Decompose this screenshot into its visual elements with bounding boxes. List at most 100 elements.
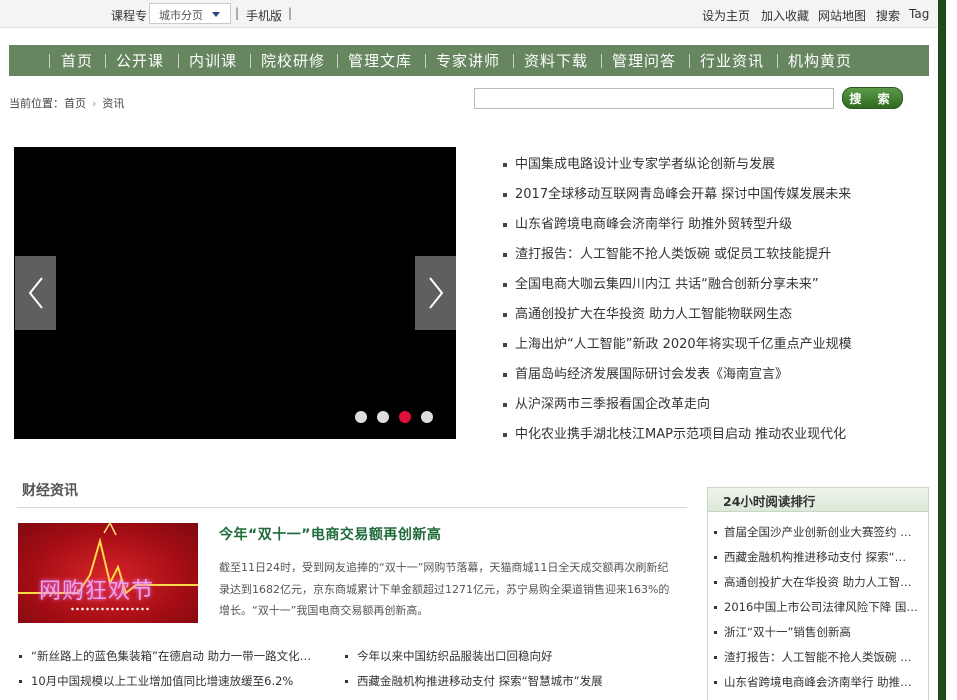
nav-item-college[interactable]: 院校研修 xyxy=(261,50,325,71)
breadcrumb-home[interactable]: 首页 xyxy=(64,97,86,110)
nav-item-news[interactable]: 行业资讯 xyxy=(700,50,764,71)
nav-divider xyxy=(49,54,50,68)
mobile-link[interactable]: 手机版 xyxy=(246,7,282,24)
bullet-icon xyxy=(19,680,22,683)
breadcrumb: 当前位置：首页 › 资讯 xyxy=(9,95,124,111)
set-homepage-link[interactable]: 设为主页 xyxy=(702,7,750,24)
slider-prev-button[interactable] xyxy=(15,256,56,330)
nav-divider xyxy=(689,54,690,68)
bullet-icon xyxy=(714,631,717,634)
separator: | xyxy=(235,6,240,20)
feature-summary: 截至11日24时，受到网友追捧的“双十一”网购节落幕，天猫商城11日全天成交额再… xyxy=(219,561,670,617)
nav-item-library[interactable]: 管理文库 xyxy=(348,50,412,71)
bullet-icon xyxy=(714,681,717,684)
bullet-icon xyxy=(503,192,507,197)
chevron-down-icon xyxy=(212,12,220,17)
bullet-icon xyxy=(503,402,507,407)
search-link[interactable]: 搜索 xyxy=(876,7,900,24)
slider-next-button[interactable] xyxy=(415,256,456,330)
bullet-icon xyxy=(714,581,717,584)
bullet-icon xyxy=(503,162,507,167)
ranking-item[interactable]: 浙江“双十一”销售创新高 xyxy=(714,624,924,640)
bullet-icon xyxy=(345,655,348,658)
ranking-item[interactable]: 西藏金融机构推进移动支付 探索“… xyxy=(714,549,924,565)
feature-image[interactable]: 网购狂欢节 xyxy=(18,523,198,623)
chevron-right-icon xyxy=(429,277,444,309)
section-divider xyxy=(17,507,687,508)
bullet-icon xyxy=(503,372,507,377)
headline-item[interactable]: 山东省跨境电商峰会济南举行 助推外贸转型升级 xyxy=(503,213,792,232)
page-right-border xyxy=(938,0,946,700)
slider-dot[interactable] xyxy=(421,411,433,423)
feature-image-caption: 网购狂欢节 xyxy=(39,579,155,604)
bullet-icon xyxy=(503,312,507,317)
section-title-finance: 财经资讯 xyxy=(22,483,78,499)
ranking-title: 24小时阅读排行 xyxy=(708,488,928,512)
main-nav: 首页 公开课 内训课 院校研修 管理文库 专家讲师 资料下载 管理问答 行业资讯… xyxy=(9,45,929,76)
nav-item-home[interactable]: 首页 xyxy=(61,50,93,71)
breadcrumb-current: 资讯 xyxy=(102,97,125,110)
nav-item-qa[interactable]: 管理问答 xyxy=(612,50,676,71)
ranking-item[interactable]: 首届全国沙产业创新创业大赛签约 … xyxy=(714,524,924,540)
bullet-icon xyxy=(714,531,717,534)
breadcrumb-label: 当前位置： xyxy=(9,97,64,110)
ranking-item[interactable]: 渣打报告：人工智能不抢人类饭碗 … xyxy=(714,649,924,665)
dot-pattern xyxy=(70,607,150,611)
nav-item-open-course[interactable]: 公开课 xyxy=(116,50,164,71)
list-item[interactable]: “新丝路上的蓝色集装箱”在德启动 助力一带一路文化… xyxy=(19,648,311,664)
headline-item[interactable]: 2017全球移动互联网青岛峰会开幕 探讨中国传媒发展未来 xyxy=(503,183,851,202)
nav-divider xyxy=(250,54,251,68)
nav-item-inhouse-course[interactable]: 内训课 xyxy=(189,50,237,71)
headline-item[interactable]: 上海出炉“人工智能”新政 2020年将实现千亿重点产业规模 xyxy=(503,333,852,352)
chevron-right-icon: › xyxy=(92,97,97,110)
bookmark-link[interactable]: 加入收藏 xyxy=(761,7,809,24)
nav-divider xyxy=(105,54,106,68)
bullet-icon xyxy=(345,680,348,683)
ranking-item[interactable]: 2016中国上市公司法律风险下降 国… xyxy=(714,599,924,615)
course-link[interactable]: 课程专 xyxy=(111,7,147,24)
headline-item[interactable]: 高通创投扩大在华投资 助力人工智能物联网生态 xyxy=(503,303,792,322)
nav-item-downloads[interactable]: 资料下载 xyxy=(524,50,588,71)
top-bar: 课程专 城市分页 | 手机版 | 设为主页 加入收藏 网站地图 搜索 Tag xyxy=(0,0,938,28)
headline-item[interactable]: 中化农业携手湖北枝江MAP示范项目启动 推动农业现代化 xyxy=(503,423,846,442)
reading-ranking-box: 24小时阅读排行 首届全国沙产业创新创业大赛签约 … 西藏金融机构推进移动支付 … xyxy=(707,487,929,700)
bullet-icon xyxy=(503,342,507,347)
city-dropdown-label: 城市分页 xyxy=(159,9,203,22)
slider-dot[interactable] xyxy=(377,411,389,423)
image-slider[interactable] xyxy=(14,147,456,439)
nav-divider xyxy=(513,54,514,68)
nav-divider xyxy=(425,54,426,68)
bullet-icon xyxy=(19,655,22,658)
bullet-icon xyxy=(503,252,507,257)
headline-item[interactable]: 从沪深两市三季报看国企改革走向 xyxy=(503,393,710,412)
list-item[interactable]: 10月中国规模以上工业增加值同比增速放缓至6.2% xyxy=(19,673,293,689)
headline-item[interactable]: 全国电商大咖云集四川内江 共话“融合创新分享未来” xyxy=(503,273,819,292)
city-dropdown[interactable]: 城市分页 xyxy=(149,3,231,24)
bullet-icon xyxy=(714,656,717,659)
headline-item[interactable]: 中国集成电路设计业专家学者纵论创新与发展 xyxy=(503,153,775,172)
bullet-icon xyxy=(714,556,717,559)
nav-divider xyxy=(178,54,179,68)
feature-title[interactable]: 今年“双十一”电商交易额再创新高 xyxy=(219,524,441,544)
list-item[interactable]: 西藏金融机构推进移动支付 探索“智慧城市”发展 xyxy=(345,673,603,689)
slider-dot[interactable] xyxy=(355,411,367,423)
headline-item[interactable]: 首届岛屿经济发展国际研讨会发表《海南宣言》 xyxy=(503,363,788,382)
search-button[interactable]: 搜 索 xyxy=(842,87,903,109)
tag-link[interactable]: Tag xyxy=(909,7,929,21)
nav-divider xyxy=(601,54,602,68)
nav-divider xyxy=(337,54,338,68)
list-item[interactable]: 今年以来中国纺织品服装出口回稳向好 xyxy=(345,648,553,664)
nav-item-directory[interactable]: 机构黄页 xyxy=(788,50,852,71)
bullet-icon xyxy=(503,432,507,437)
bullet-icon xyxy=(503,222,507,227)
sitemap-link[interactable]: 网站地图 xyxy=(818,7,866,24)
ranking-item[interactable]: 高通创投扩大在华投资 助力人工智… xyxy=(714,574,924,590)
ranking-item[interactable]: 山东省跨境电商峰会济南举行 助推… xyxy=(714,674,924,690)
separator: | xyxy=(288,6,293,20)
chevron-left-icon xyxy=(28,277,43,309)
page-right-margin xyxy=(946,0,957,700)
headline-item[interactable]: 渣打报告：人工智能不抢人类饭碗 或促员工软技能提升 xyxy=(503,243,831,262)
slider-dot[interactable] xyxy=(399,411,411,423)
nav-item-experts[interactable]: 专家讲师 xyxy=(436,50,500,71)
search-input[interactable] xyxy=(474,88,834,109)
